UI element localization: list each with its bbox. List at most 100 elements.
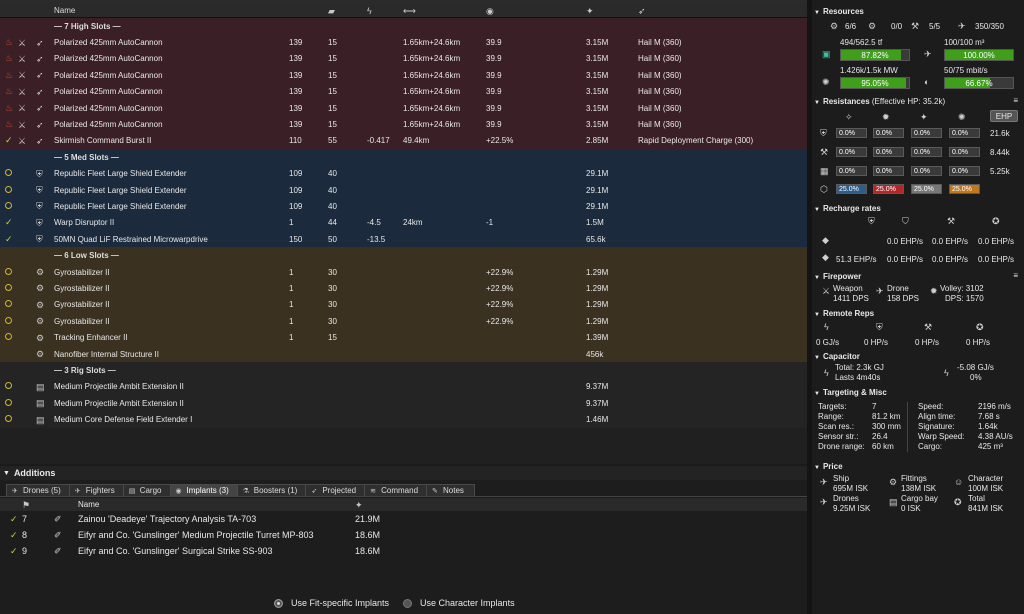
module-state[interactable] xyxy=(0,300,18,309)
tab-fighters[interactable]: ✈ Fighters xyxy=(68,484,126,496)
active-check-icon[interactable]: ✓ xyxy=(10,530,18,540)
collapse-arrow-icon[interactable]: ▼ xyxy=(3,470,10,477)
module-row[interactable]: ✓ ⛨ Warp Disruptor II 1 44 -4.5 24km -1 1.5M xyxy=(0,214,807,232)
module-state[interactable] xyxy=(0,267,18,277)
online-ring-icon[interactable] xyxy=(5,398,12,406)
implant-row[interactable]: ✓ 8 ✐ Eifyr and Co. 'Gunslinger' Medium Pro… xyxy=(0,527,807,543)
tab-implants[interactable]: ◉ Implants (3) xyxy=(169,484,240,496)
online-ring-icon[interactable] xyxy=(5,283,12,291)
module-row[interactable]: ⚙ Gyrostabilizer II 1 30 +22.9% 1.29M xyxy=(0,263,807,281)
implants-col-name[interactable]: Name xyxy=(78,500,355,509)
module-state[interactable]: ✓ xyxy=(0,135,18,146)
tab-command[interactable]: ≋ Command xyxy=(364,484,430,496)
overheat-icon[interactable]: ♨ xyxy=(5,53,13,63)
module-state[interactable]: ♨ xyxy=(0,86,18,97)
range-col-icon[interactable]: ⟷ xyxy=(403,6,416,16)
module-row[interactable]: ▤ Medium Projectile Ambit Extension II 9.3… xyxy=(0,394,807,412)
overheat-icon[interactable]: ♨ xyxy=(5,103,13,113)
module-state[interactable]: ♨ xyxy=(0,37,18,48)
module-row[interactable]: ⚙ Gyrostabilizer II 1 30 +22.9% 1.29M xyxy=(0,280,807,297)
online-ring-icon[interactable] xyxy=(5,415,12,423)
module-state[interactable]: ✓ xyxy=(0,217,18,228)
implant-state[interactable]: ✓ xyxy=(0,530,22,541)
overheat-icon[interactable]: ♨ xyxy=(5,37,13,47)
tab-projected[interactable]: ➶ Projected xyxy=(305,484,368,496)
module-row[interactable]: ⚙ Gyrostabilizer II 1 30 +22.9% 1.29M xyxy=(0,313,807,330)
module-state[interactable] xyxy=(0,185,18,195)
implant-price-col-icon[interactable]: ✦ xyxy=(355,500,363,510)
module-state[interactable]: ♨ xyxy=(0,70,18,81)
online-ring-icon[interactable] xyxy=(5,300,12,308)
module-state[interactable]: ♨ xyxy=(0,53,18,64)
online-ring-icon[interactable] xyxy=(5,185,12,193)
module-row[interactable]: ⚙ Nanofiber Internal Structure II 456k xyxy=(0,345,807,363)
module-row[interactable]: ♨ ⚔ ➶ Polarized 425mm AutoCannon 139 15 1.65km… xyxy=(0,99,807,117)
char-implants-label[interactable]: Use Character Implants xyxy=(420,598,515,608)
module-state[interactable]: ♨ xyxy=(0,119,18,130)
module-row[interactable]: ⚙ Tracking Enhancer II 1 15 1.39M xyxy=(0,329,807,346)
fit-implants-label[interactable]: Use Fit-specific Implants xyxy=(291,598,389,608)
capacitor-title[interactable]: ▼ Capacitor xyxy=(812,351,1024,362)
active-check-icon[interactable]: ✓ xyxy=(5,135,13,145)
module-row[interactable]: ♨ ⚔ ➶ Polarized 425mm AutoCannon 139 15 1.65km… xyxy=(0,34,807,51)
module-state[interactable] xyxy=(0,283,18,293)
resistances-title[interactable]: ▼ Resistances (Effective HP: 35.2k) xyxy=(812,96,1024,107)
online-ring-icon[interactable] xyxy=(5,201,12,209)
module-state[interactable] xyxy=(0,398,18,408)
module-state[interactable] xyxy=(0,201,18,211)
slot-col-icon[interactable]: ⚑ xyxy=(22,500,30,510)
module-row[interactable]: ✓ ⛨ 50MN Quad LiF Restrained Microwarpdriv… xyxy=(0,231,807,248)
resistances-menu-icon[interactable]: ≡ xyxy=(1013,96,1018,105)
tab-boosters[interactable]: ⚗ Boosters (1) xyxy=(236,484,309,496)
module-state[interactable] xyxy=(0,316,18,326)
powergrid-col-icon[interactable]: ▰ xyxy=(328,6,335,16)
targeting-title[interactable]: ▼ Targeting & Misc xyxy=(812,387,1024,398)
module-row[interactable]: ♨ ⚔ ➶ Polarized 425mm AutoCannon 139 15 1.65km… xyxy=(0,50,807,68)
implant-row[interactable]: ✓ 7 ✐ Zainou 'Deadeye' Trajectory Analysis … xyxy=(0,511,807,527)
recharge-title[interactable]: ▼ Recharge rates xyxy=(812,203,1024,214)
firepower-title[interactable]: ▼ Firepower xyxy=(812,271,1024,282)
implant-state[interactable]: ✓ xyxy=(0,546,22,557)
module-row[interactable]: ✓ ⚔ ➶ Skirmish Command Burst II 110 55 -0.417 4… xyxy=(0,132,807,150)
online-ring-icon[interactable] xyxy=(5,333,12,341)
module-row[interactable]: ♨ ⚔ ➶ Polarized 425mm AutoCannon 139 15 1.65km… xyxy=(0,116,807,133)
resources-title[interactable]: ▼ Resources xyxy=(812,6,1024,17)
module-row[interactable]: ⚙ Gyrostabilizer II 1 30 +22.9% 1.29M xyxy=(0,296,807,314)
col-name[interactable]: Name xyxy=(54,6,289,15)
active-check-icon[interactable]: ✓ xyxy=(10,546,18,556)
module-row[interactable]: ♨ ⚔ ➶ Polarized 425mm AutoCannon 139 15 1.65km… xyxy=(0,83,807,100)
module-state[interactable]: ♨ xyxy=(0,103,18,114)
online-ring-icon[interactable] xyxy=(5,382,12,390)
active-check-icon[interactable]: ✓ xyxy=(10,514,18,524)
module-state[interactable] xyxy=(0,415,18,424)
additions-header[interactable]: ▼ Additions xyxy=(0,466,807,480)
module-state[interactable] xyxy=(0,382,18,391)
firepower-menu-icon[interactable]: ≡ xyxy=(1013,271,1018,280)
module-row[interactable]: ⛨ Republic Fleet Large Shield Extender 109… xyxy=(0,198,807,215)
implant-row[interactable]: ✓ 9 ✐ Eifyr and Co. 'Gunslinger' Surgical S… xyxy=(0,543,807,559)
module-row[interactable]: ▤ Medium Projectile Ambit Extension II 9.3… xyxy=(0,378,807,395)
module-state[interactable] xyxy=(0,169,18,178)
char-implants-radio[interactable] xyxy=(403,598,413,608)
module-state[interactable]: ✓ xyxy=(0,234,18,245)
overheat-icon[interactable]: ♨ xyxy=(5,86,13,96)
price-col-icon[interactable]: ✦ xyxy=(586,6,594,16)
remote-reps-title[interactable]: ▼ Remote Reps xyxy=(812,308,1024,319)
online-ring-icon[interactable] xyxy=(5,169,12,177)
module-row[interactable]: ♨ ⚔ ➶ Polarized 425mm AutoCannon 139 15 1.65km… xyxy=(0,67,807,84)
dps-col-icon[interactable]: ◉ xyxy=(486,6,494,16)
module-row[interactable]: ⛨ Republic Fleet Large Shield Extender 109… xyxy=(0,181,807,199)
module-state[interactable] xyxy=(0,333,18,342)
tab-notes[interactable]: ✎ Notes xyxy=(426,484,475,496)
online-ring-icon[interactable] xyxy=(5,267,12,275)
tab-cargo[interactable]: ▤ Cargo xyxy=(122,484,173,496)
price-title[interactable]: ▼ Price xyxy=(812,461,1024,472)
tab-drones[interactable]: ✈ Drones (5) xyxy=(6,484,72,496)
module-row[interactable]: ▤ Medium Core Defense Field Extender I 1.4… xyxy=(0,411,807,428)
module-row[interactable]: ⛨ Republic Fleet Large Shield Extender 109… xyxy=(0,165,807,182)
cap-col-icon[interactable]: ϟ xyxy=(367,6,372,16)
implant-state[interactable]: ✓ xyxy=(0,514,22,525)
ehp-toggle-button[interactable]: EHP xyxy=(990,110,1018,122)
active-check-icon[interactable]: ✓ xyxy=(5,234,13,244)
overheat-icon[interactable]: ♨ xyxy=(5,119,13,129)
